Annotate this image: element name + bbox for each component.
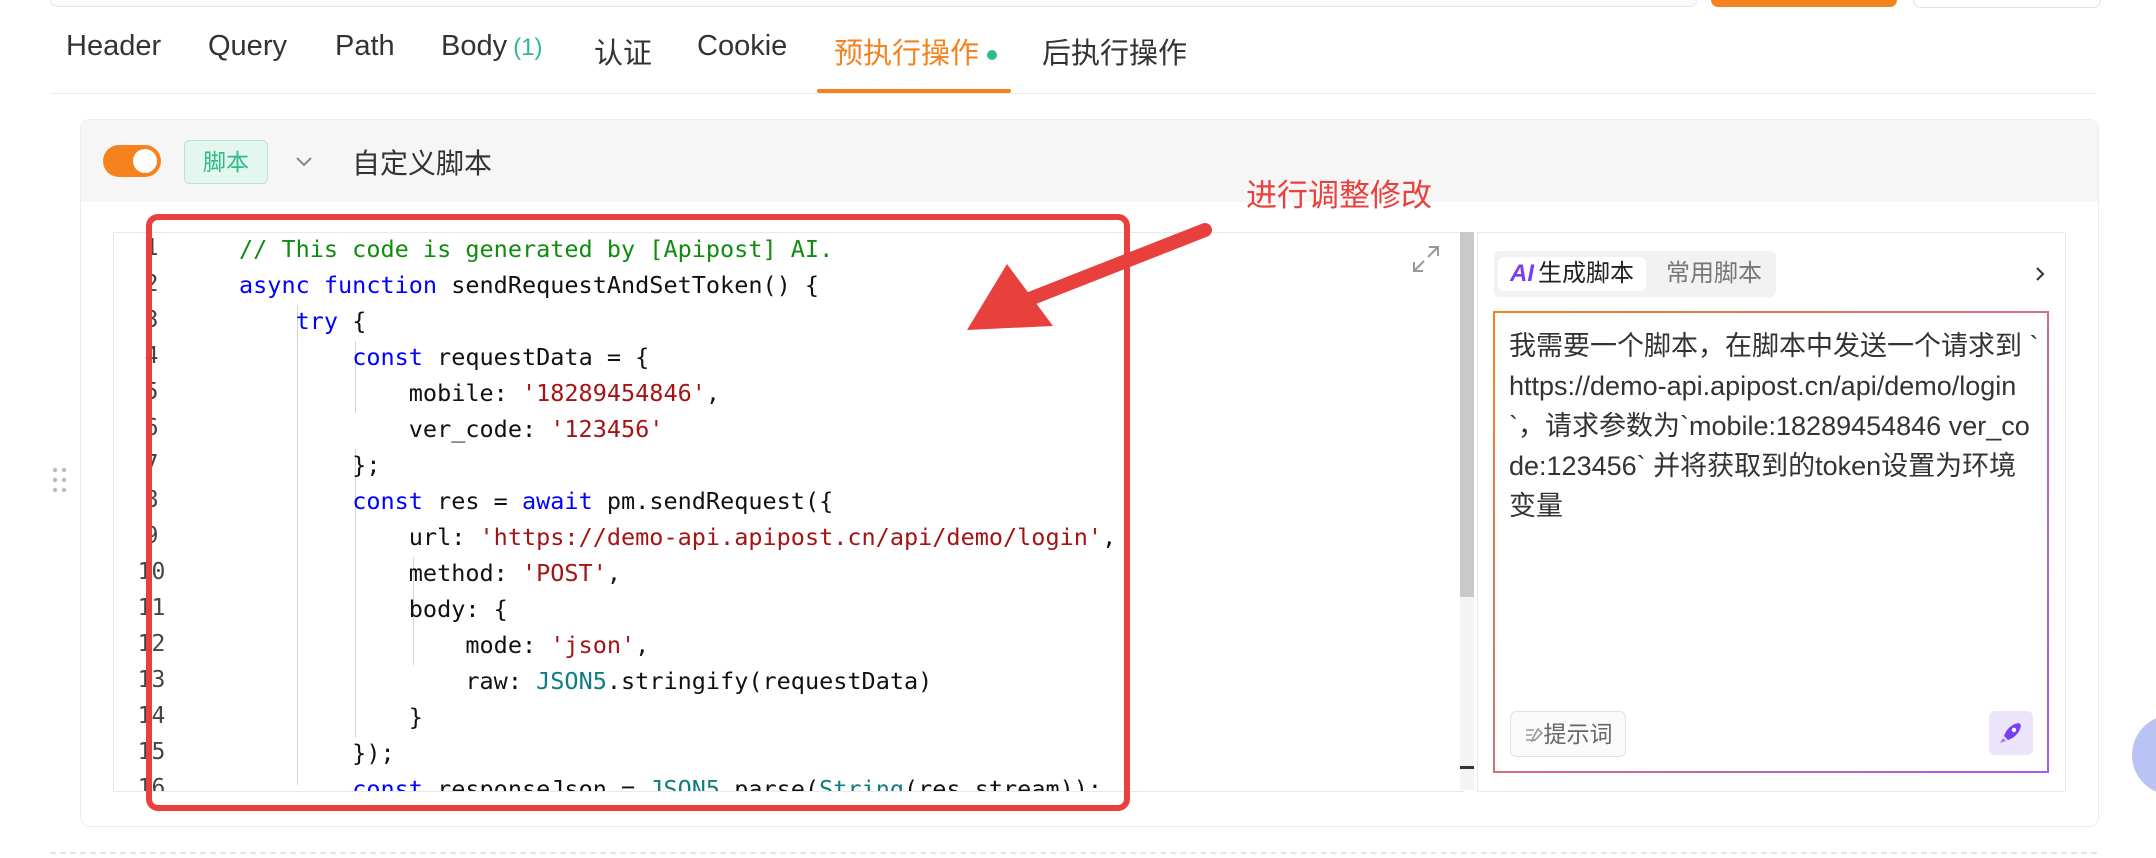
editor-scroll-thumb[interactable] bbox=[1460, 232, 1474, 597]
tab-cookie[interactable]: Cookie bbox=[697, 30, 787, 63]
tab-auth[interactable]: 认证 bbox=[594, 30, 652, 72]
hint-button-label: 提示词 bbox=[1543, 721, 1613, 747]
active-dot-icon bbox=[987, 50, 998, 61]
tab-label: 生成脚本 bbox=[1538, 260, 1634, 287]
prompt-hint-button[interactable]: 提示词 bbox=[1510, 711, 1626, 757]
script-enable-toggle[interactable] bbox=[103, 145, 161, 177]
tab-common-scripts[interactable]: 常用脚本 bbox=[1654, 257, 1774, 291]
ai-prompt-text[interactable]: 我需要一个脚本，在脚本中发送一个请求到 `https://demo-api.ap… bbox=[1509, 326, 2039, 526]
drag-handle-icon[interactable] bbox=[50, 465, 70, 495]
tab-ai-generate[interactable]: AI 生成脚本 bbox=[1498, 257, 1646, 291]
tab-post-request[interactable]: 后执行操作 bbox=[1042, 30, 1187, 72]
section-divider bbox=[50, 852, 2097, 854]
ai-panel-tabs: AI 生成脚本 常用脚本 bbox=[1494, 251, 1776, 297]
active-tab-underline bbox=[817, 89, 1011, 93]
scroll-position-mark bbox=[1460, 766, 1474, 769]
tab-label: Path bbox=[335, 30, 395, 62]
tab-count-badge: (1) bbox=[513, 34, 543, 61]
tab-label: Body bbox=[441, 30, 508, 62]
script-type-tag: 脚本 bbox=[184, 140, 268, 184]
expand-icon[interactable] bbox=[1410, 243, 1442, 275]
tab-query[interactable]: Query bbox=[208, 30, 287, 63]
ai-logo-icon: AI bbox=[1510, 260, 1534, 287]
send-rocket-icon bbox=[2000, 723, 2021, 743]
tab-label: Header bbox=[66, 30, 162, 62]
annotation-arrow-icon bbox=[967, 223, 1212, 330]
request-tabs: Header Query Path Body (1) 认证 Cookie 预执行操… bbox=[50, 0, 2097, 94]
tab-body[interactable]: Body (1) bbox=[441, 30, 542, 63]
annotation-label: 进行调整修改 bbox=[1246, 178, 1432, 213]
chevron-down-icon[interactable] bbox=[293, 150, 315, 172]
toggle-knob bbox=[133, 149, 157, 173]
tab-label: Query bbox=[208, 30, 287, 62]
floating-assistant-button[interactable] bbox=[2132, 715, 2156, 795]
ai-send-button[interactable] bbox=[1989, 711, 2033, 755]
tab-pre-request[interactable]: 预执行操作 bbox=[834, 30, 998, 72]
chevron-right-icon[interactable] bbox=[2031, 262, 2049, 286]
prompt-icon bbox=[1525, 727, 1543, 743]
script-title: 自定义脚本 bbox=[352, 148, 493, 179]
tab-label: 后执行操作 bbox=[1042, 38, 1188, 70]
tab-header[interactable]: Header bbox=[66, 30, 161, 63]
tab-path[interactable]: Path bbox=[335, 30, 395, 63]
tab-label: Cookie bbox=[697, 30, 788, 62]
tab-label: 认证 bbox=[594, 38, 653, 70]
tab-label: 预执行操作 bbox=[834, 38, 980, 70]
